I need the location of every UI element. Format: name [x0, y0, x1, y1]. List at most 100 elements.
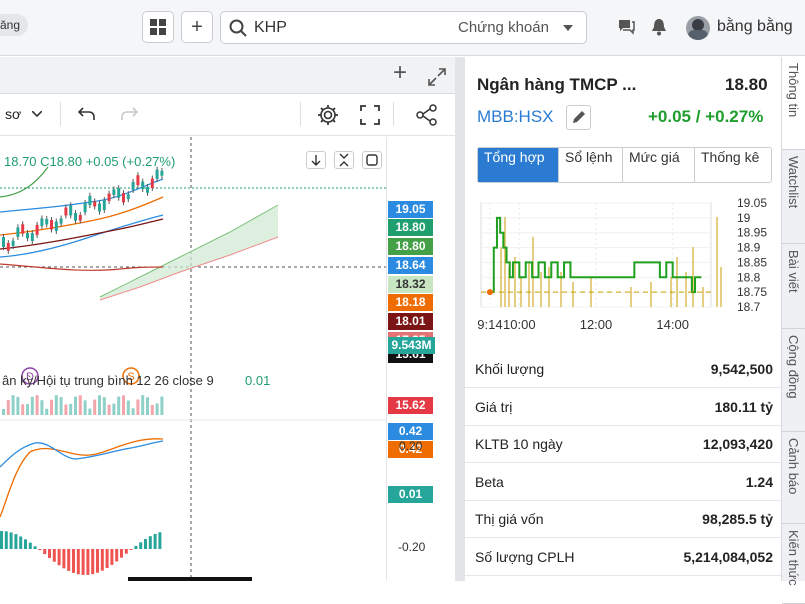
bell-icon[interactable]: [651, 18, 667, 36]
redo-icon[interactable]: [120, 106, 138, 122]
chart-panel-titlebar: +: [0, 57, 455, 94]
volume-bar: [26, 404, 29, 415]
candle-body: [78, 215, 82, 221]
candle-body: [112, 189, 116, 196]
macd-tag: 0.42: [388, 423, 433, 440]
stat-value: 1.24: [745, 473, 773, 490]
edit-button[interactable]: [566, 105, 591, 130]
left-pill[interactable]: ăng: [0, 14, 29, 36]
candle-body: [59, 218, 63, 224]
volume-bar: [146, 397, 149, 415]
tab-thong-ke[interactable]: Thống kê: [695, 148, 771, 182]
chat-icon[interactable]: [617, 18, 635, 36]
tab-so-lenh[interactable]: Sổ lệnh: [559, 148, 623, 182]
macd-hist-bar: [148, 536, 152, 549]
macd-hist-bar: [100, 549, 104, 571]
grid-layout-button[interactable]: [142, 11, 174, 43]
macd-hist-bar: [158, 532, 162, 549]
price-tag: 18.32: [388, 276, 433, 293]
stat-row: KLTB 10 ngày 12,093,420: [465, 426, 781, 463]
candle-body: [150, 178, 154, 189]
macd-hist-bar: [9, 532, 13, 549]
intraday-chart[interactable]: 19.051918.9518.918.8518.818.7518.7 9:14 10…: [465, 193, 781, 341]
stock-name: Ngân hàng TMCP ...: [477, 75, 637, 94]
candle-body: [69, 205, 73, 216]
macd-hist-bar: [96, 549, 99, 573]
macd-hist-bar: [4, 531, 8, 549]
x-tick-label: 9:14: [477, 317, 502, 332]
search-box[interactable]: KHP Chứng khoán: [220, 11, 587, 44]
stat-value: 98,285.5 tỷ: [702, 511, 773, 527]
chevron-down-icon: [563, 25, 573, 31]
move-down-button[interactable]: [306, 151, 326, 169]
stock-ticker[interactable]: MBB:HSX: [477, 107, 554, 127]
add-chart-icon[interactable]: +: [393, 61, 407, 85]
macd-hist-bar: [52, 549, 56, 562]
undo-icon[interactable]: [78, 106, 96, 122]
macd-hist-bar: [67, 549, 71, 571]
macd-hist-bar: [14, 534, 18, 549]
volume-bar: [136, 399, 140, 415]
search-icon: [229, 19, 247, 37]
search-input[interactable]: KHP: [254, 19, 287, 37]
volume-bar: [35, 395, 39, 415]
macd-hist-bar: [33, 546, 37, 549]
arrow-down-icon: [311, 155, 321, 166]
candlestick-chart[interactable]: D S: [0, 137, 386, 581]
toolbar-divider: [300, 102, 301, 126]
x-tick-label: 14:00: [656, 317, 689, 332]
macd-hist-bar: [124, 549, 128, 554]
tab-muc-gia[interactable]: Mức giá: [623, 148, 695, 182]
volume-bar: [98, 395, 101, 415]
volume-bar: [117, 396, 121, 415]
macd-line: [0, 440, 164, 468]
volume-bar: [30, 396, 34, 415]
macd-hist-bar: [62, 549, 66, 569]
panel-separator[interactable]: [455, 57, 465, 581]
side-tab[interactable]: Cảnh báo: [782, 432, 805, 524]
volume-bar: [150, 404, 154, 415]
macd-hist-bar: [43, 549, 47, 555]
candle-body: [83, 202, 87, 213]
side-tab[interactable]: Bài viết: [782, 244, 805, 329]
stat-label: Thị giá vốn: [475, 511, 544, 527]
macd-hist-bar: [115, 549, 119, 562]
side-tab-label: Thông tin: [786, 63, 801, 118]
username[interactable]: bằng bằng: [717, 18, 793, 36]
scroll-indicator[interactable]: [128, 577, 252, 581]
add-button[interactable]: +: [181, 11, 213, 43]
candle-body: [54, 221, 58, 231]
settings-gear-icon[interactable]: [317, 104, 339, 126]
chart-panel: + sơ D S 18.70 C18.80 +0.05 (+0.27%) ân …: [0, 57, 455, 581]
macd-hist-bar: [129, 549, 133, 550]
candle-body: [50, 220, 53, 230]
grid-icon: [150, 19, 166, 35]
side-tab[interactable]: Thông tin: [782, 57, 805, 150]
toolbar-divider: [393, 102, 394, 126]
tab-tong-hop[interactable]: Tổng hợp: [478, 148, 559, 182]
candle-body: [45, 218, 49, 225]
side-tab[interactable]: Cộng đồng: [782, 329, 805, 432]
macd-axis-label: -0.20: [398, 540, 426, 554]
stat-label: Khối lượng: [475, 361, 545, 377]
maximize-pane-button[interactable]: [362, 151, 382, 169]
toolbar-divider: [60, 102, 61, 126]
volume-bar: [78, 395, 82, 415]
collapse-button[interactable]: [334, 151, 354, 169]
avatar[interactable]: [686, 16, 710, 40]
volume-bar: [93, 399, 97, 415]
fullscreen-icon[interactable]: [360, 105, 380, 125]
volume-bar: [45, 408, 49, 415]
candle-body: [6, 243, 10, 251]
side-tab[interactable]: Watchlist: [782, 150, 805, 244]
side-tab-label: Kiến thức: [786, 530, 801, 586]
macd-histogram: [0, 531, 162, 575]
maximize-icon: [366, 154, 378, 166]
search-category-select[interactable]: Chứng khoán: [458, 19, 549, 36]
candle-body: [131, 181, 135, 190]
interval-select[interactable]: sơ: [5, 106, 21, 122]
macd-hist-bar: [134, 545, 138, 549]
share-icon[interactable]: [416, 104, 438, 126]
side-tab[interactable]: Kiến thức: [782, 524, 805, 604]
expand-icon[interactable]: [428, 68, 446, 86]
